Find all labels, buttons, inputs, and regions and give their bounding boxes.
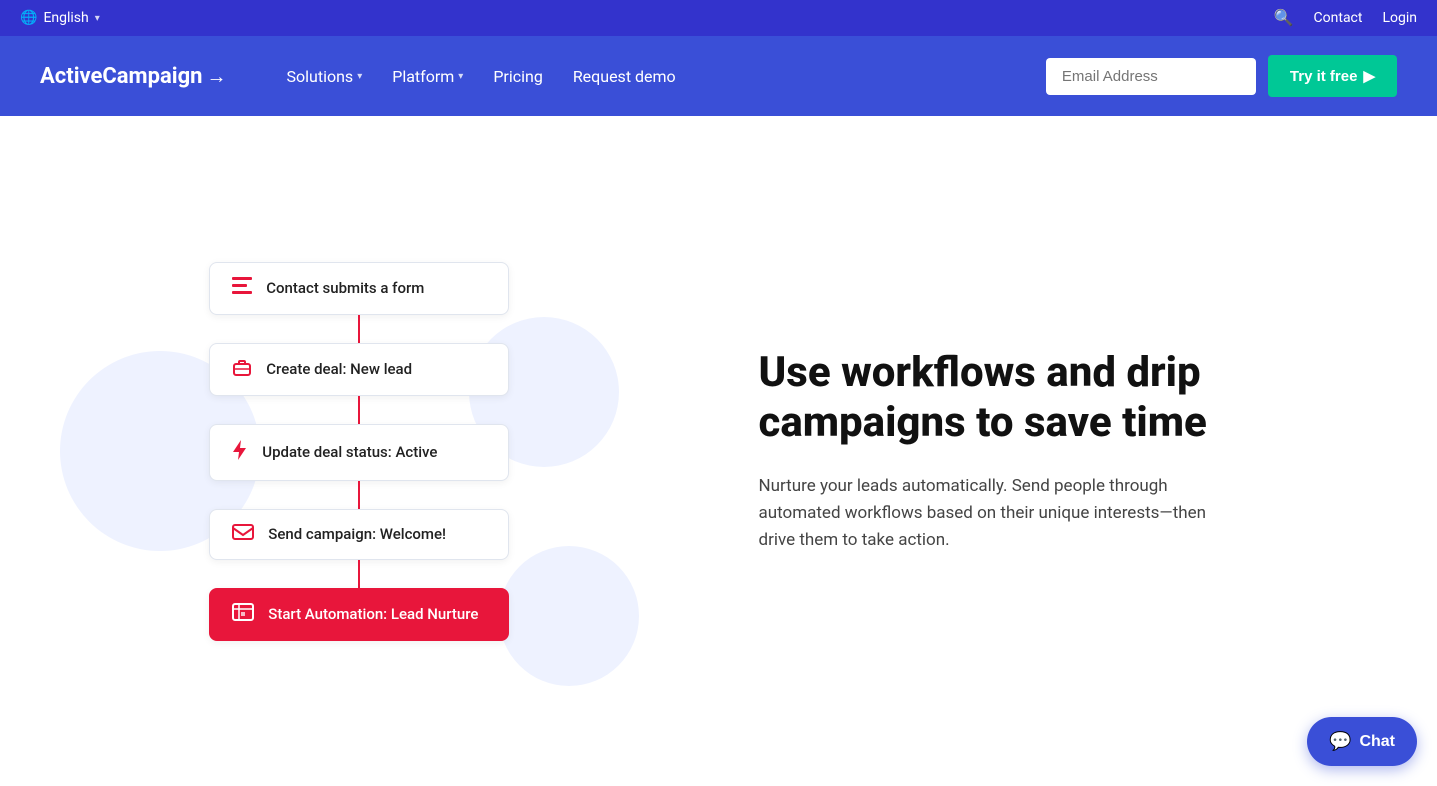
automation-icon (232, 603, 254, 626)
try-free-button[interactable]: Try it free ▶ (1268, 55, 1397, 97)
nav-request-demo[interactable]: Request demo (573, 67, 676, 86)
nav-platform[interactable]: Platform ▾ (392, 67, 463, 86)
connector-3 (358, 481, 360, 509)
solutions-label: Solutions (287, 67, 354, 86)
form-icon (232, 277, 252, 300)
chat-label: Chat (1359, 733, 1395, 751)
workflow-campaign-label: Send campaign: Welcome! (268, 525, 446, 543)
search-button[interactable]: 🔍 (1274, 8, 1294, 28)
top-bar-actions: 🔍 Contact Login (1274, 8, 1417, 28)
email-input[interactable] (1046, 58, 1256, 95)
workflow-item-campaign: Send campaign: Welcome! (209, 509, 509, 560)
main-content: Contact submits a form Create deal: New … (0, 116, 1437, 786)
email-icon (232, 524, 254, 545)
main-nav: ActiveCampaign → Solutions ▾ Platform ▾ … (0, 36, 1437, 116)
language-selector[interactable]: 🌐 English ▾ (20, 10, 100, 26)
language-label: English (43, 10, 88, 26)
workflow-form-label: Contact submits a form (266, 279, 424, 297)
login-link[interactable]: Login (1382, 10, 1417, 26)
briefcase-icon (232, 358, 252, 381)
globe-icon: 🌐 (20, 10, 37, 26)
request-demo-label: Request demo (573, 67, 676, 86)
nav-pricing[interactable]: Pricing (493, 67, 543, 86)
hero-text-section: Use workflows and drip campaigns to save… (719, 288, 1437, 614)
contact-link[interactable]: Contact (1314, 10, 1363, 26)
try-free-label: Try it free (1290, 68, 1358, 85)
workflow-item-status: Update deal status: Active (209, 424, 509, 481)
workflow-diagram: Contact submits a form Create deal: New … (209, 262, 509, 641)
decorative-circle-bottom (499, 546, 639, 686)
nav-links: Solutions ▾ Platform ▾ Pricing Request d… (287, 67, 1046, 86)
chat-button[interactable]: 💬 Chat (1307, 717, 1417, 766)
logo-arrow-icon: → (207, 64, 227, 89)
hero-subtext: Nurture your leads automatically. Send p… (759, 473, 1239, 555)
bolt-icon (232, 439, 248, 466)
chat-icon: 💬 (1329, 731, 1351, 752)
top-bar: 🌐 English ▾ 🔍 Contact Login (0, 0, 1437, 36)
workflow-automation-label: Start Automation: Lead Nurture (268, 605, 478, 623)
workflow-item-form: Contact submits a form (209, 262, 509, 315)
try-free-arrow-icon: ▶ (1363, 67, 1375, 85)
language-chevron: ▾ (95, 13, 100, 24)
workflow-deal-label: Create deal: New lead (266, 360, 412, 378)
nav-actions: Try it free ▶ (1046, 55, 1397, 97)
workflow-section: Contact submits a form Create deal: New … (0, 116, 719, 786)
pricing-label: Pricing (493, 67, 543, 86)
connector-1 (358, 315, 360, 343)
platform-chevron-icon: ▾ (458, 71, 463, 82)
nav-solutions[interactable]: Solutions ▾ (287, 67, 363, 86)
workflow-item-deal: Create deal: New lead (209, 343, 509, 396)
platform-label: Platform (392, 67, 454, 86)
workflow-status-label: Update deal status: Active (262, 443, 437, 461)
workflow-item-automation: Start Automation: Lead Nurture (209, 588, 509, 641)
logo-text: ActiveCampaign (40, 64, 203, 89)
connector-4 (358, 560, 360, 588)
solutions-chevron-icon: ▾ (357, 71, 362, 82)
connector-2 (358, 396, 360, 424)
logo[interactable]: ActiveCampaign → (40, 64, 227, 89)
hero-headline: Use workflows and drip campaigns to save… (759, 348, 1378, 449)
